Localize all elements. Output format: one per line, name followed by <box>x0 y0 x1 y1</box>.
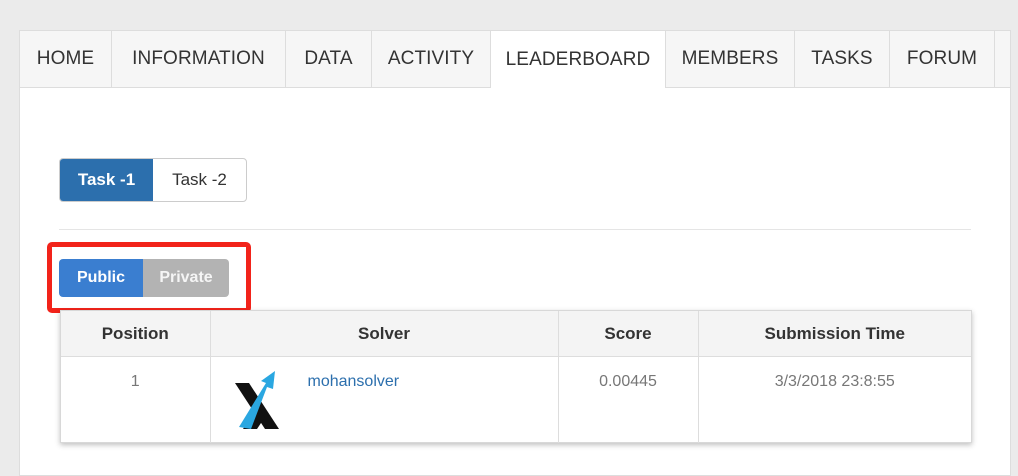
main-tab-bar: HOME INFORMATION DATA ACTIVITY LEADERBOA… <box>20 31 1010 88</box>
score-cell: 0.00445 <box>558 356 699 443</box>
private-button[interactable]: Private <box>143 259 229 297</box>
column-header-solver[interactable]: Solver <box>210 311 559 357</box>
position-cell: 1 <box>61 356 211 443</box>
competition-panel: HOME INFORMATION DATA ACTIVITY LEADERBOA… <box>19 30 1011 476</box>
table-header-row: Position Solver Score Submission Time <box>61 311 971 357</box>
submission-time-value: 3/3/2018 23:8:55 <box>774 373 895 390</box>
tab-home[interactable]: HOME <box>20 31 112 87</box>
position-value: 1 <box>130 373 140 390</box>
tab-forum[interactable]: FORUM <box>890 31 995 87</box>
submission-time-cell: 3/3/2018 23:8:55 <box>698 357 971 444</box>
tab-leaderboard[interactable]: LEADERBOARD <box>491 31 666 88</box>
column-header-score[interactable]: Score <box>558 311 699 357</box>
tab-tasks[interactable]: TASKS <box>795 31 890 87</box>
tab-information[interactable]: INFORMATION <box>112 31 286 87</box>
column-header-position[interactable]: Position <box>61 311 211 357</box>
solver-cell: mohansolver <box>210 356 559 443</box>
task-1-button[interactable]: Task -1 <box>60 159 153 201</box>
score-value: 0.00445 <box>599 373 657 390</box>
tab-data[interactable]: DATA <box>286 31 372 87</box>
visibility-toggle: Public Private <box>59 259 229 297</box>
tab-members[interactable]: MEMBERS <box>666 31 795 87</box>
x-arrow-logo-icon <box>234 371 279 429</box>
tab-activity[interactable]: ACTIVITY <box>372 31 491 87</box>
column-header-submission-time[interactable]: Submission Time <box>698 311 971 357</box>
solver-link[interactable]: mohansolver <box>308 373 400 391</box>
leaderboard-table: Position Solver Score Submission Time 1 <box>60 310 972 443</box>
section-divider <box>59 229 971 230</box>
public-button[interactable]: Public <box>59 259 143 297</box>
table-row: 1 mohansolver 0.00445 3/3/2018 23:8:55 <box>61 356 971 444</box>
task-selector: Task -1 Task -2 <box>59 158 247 202</box>
task-2-button[interactable]: Task -2 <box>153 159 246 201</box>
